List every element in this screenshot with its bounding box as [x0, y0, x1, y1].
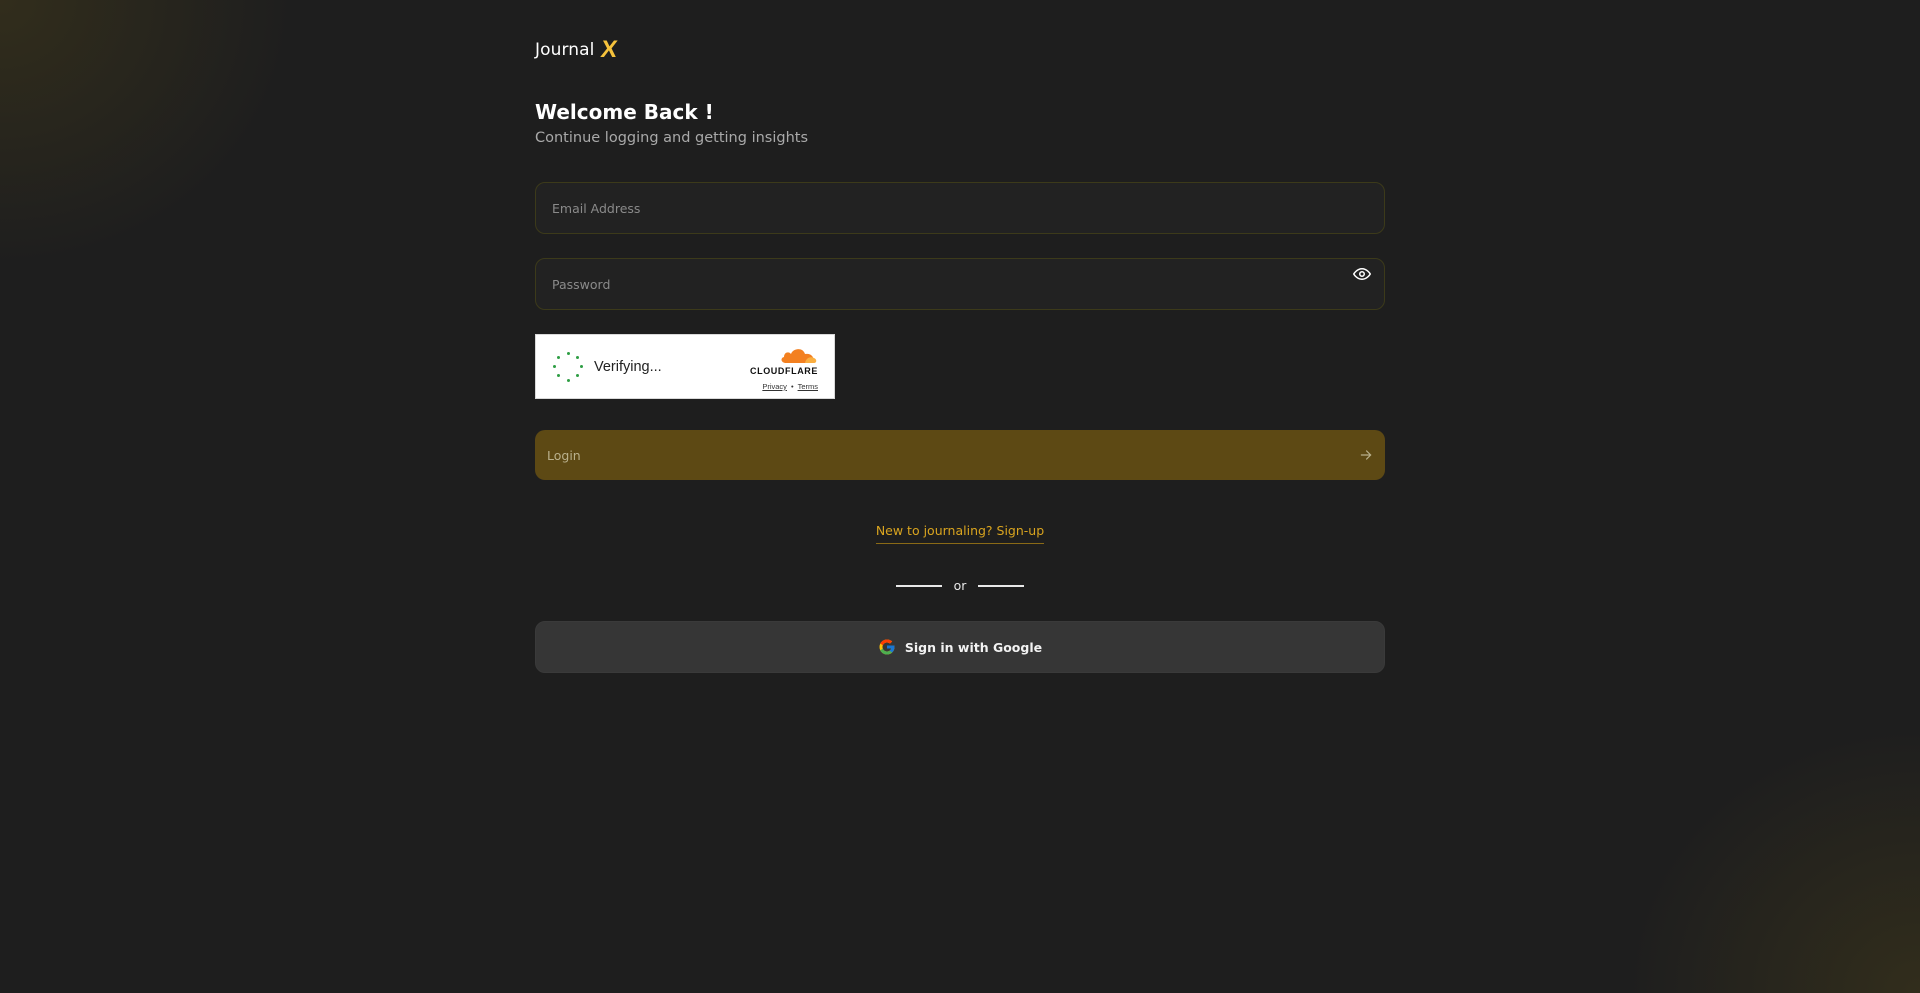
email-field[interactable]	[552, 200, 1368, 216]
divider-line-right	[978, 584, 1025, 587]
logo-x-mark: X	[598, 36, 619, 63]
page-title: Welcome Back !	[535, 100, 714, 124]
captcha-spinner-icon	[553, 351, 583, 382]
page-subtitle: Continue logging and getting insights	[535, 130, 809, 146]
captcha-links: Privacy • Terms	[762, 382, 818, 391]
captcha-privacy-link[interactable]: Privacy	[762, 382, 787, 391]
cloudflare-wordmark: CLOUDFLARE	[750, 366, 818, 376]
eye-icon[interactable]	[1353, 265, 1371, 283]
divider-line-left	[895, 584, 942, 587]
signup-row: New to journaling? Sign-up	[535, 520, 1385, 544]
arrow-right-icon	[1360, 450, 1372, 460]
cloudflare-captcha-widget[interactable]: Verifying... CLOUDFLARE Privacy • Terms	[535, 334, 835, 399]
password-field-wrapper	[535, 258, 1385, 310]
google-signin-label: Sign in with Google	[904, 639, 1043, 655]
captcha-link-separator: •	[790, 382, 794, 391]
password-field[interactable]	[552, 276, 1368, 292]
app-logo: Journal X	[535, 36, 619, 63]
or-divider: or	[535, 578, 1385, 593]
divider-label: or	[953, 578, 967, 593]
cloudflare-cloud-icon	[781, 349, 817, 363]
signup-link[interactable]: New to journaling? Sign-up	[875, 523, 1045, 544]
captcha-status-text: Verifying...	[594, 358, 662, 375]
login-button[interactable]: Login	[535, 430, 1385, 480]
google-signin-button[interactable]: Sign in with Google	[535, 621, 1385, 673]
login-button-label: Login	[547, 447, 581, 463]
captcha-terms-link[interactable]: Terms	[798, 382, 818, 391]
cloudflare-brand: CLOUDFLARE Privacy • Terms	[750, 345, 818, 391]
google-icon	[879, 639, 895, 655]
email-field-wrapper	[535, 182, 1385, 234]
logo-text: Journal	[535, 40, 595, 60]
